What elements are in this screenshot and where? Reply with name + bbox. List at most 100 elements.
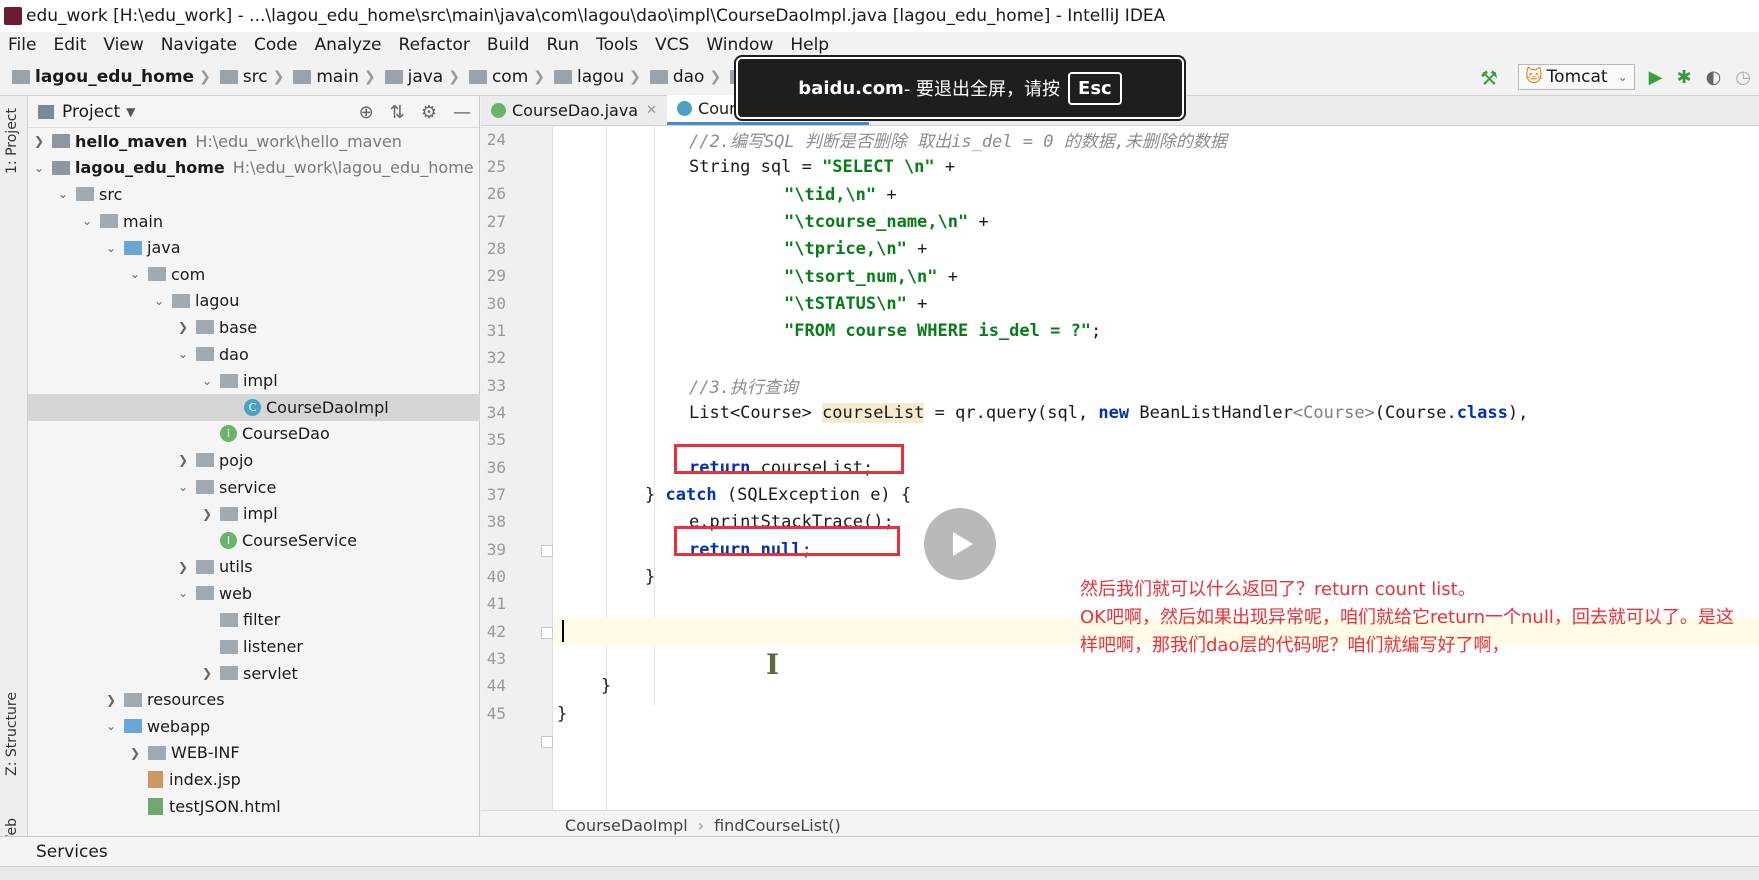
fold-marker-icon[interactable] (541, 545, 553, 557)
chevron-right-icon[interactable]: ❯ (176, 453, 190, 467)
run-icon[interactable]: ▶ (1649, 67, 1663, 88)
chevron-down-icon[interactable]: ⌄ (176, 586, 190, 600)
tree-item-pojo[interactable]: ❯ pojo (28, 447, 480, 474)
nav-crumb-com[interactable]: com ❯ (468, 67, 550, 87)
chevron-right-icon[interactable]: ❯ (32, 134, 46, 148)
video-play-button[interactable] (924, 508, 996, 580)
chevron-down-icon[interactable]: ⌄ (176, 480, 190, 494)
nav-crumb-main[interactable]: main ❯ (293, 67, 380, 87)
tree-item-coursedao[interactable]: I CourseDao (28, 421, 480, 448)
menu-vcs[interactable]: VCS (655, 35, 689, 55)
gear-icon[interactable]: ⚙ (421, 102, 437, 123)
menu-run[interactable]: Run (547, 35, 580, 55)
line-number: 34 (486, 403, 506, 422)
chevron-down-icon[interactable]: ⌄ (104, 719, 118, 733)
tree-item-hello-maven[interactable]: ❯ hello_maven H:\edu_work\hello_maven (28, 128, 480, 155)
tree-item-dao[interactable]: ⌄ dao (28, 341, 480, 368)
nav-crumb-lagou[interactable]: lagou ❯ (554, 67, 646, 87)
chevron-down-icon[interactable]: ⌄ (32, 161, 46, 175)
tree-item-coursedaoimpl[interactable]: C CourseDaoImpl (28, 393, 480, 421)
chevron-down-icon[interactable]: ⌄ (128, 267, 142, 281)
menu-tools[interactable]: Tools (596, 35, 638, 55)
menu-view[interactable]: View (103, 35, 143, 55)
interface-icon (491, 102, 506, 118)
tree-item-courseservice[interactable]: I CourseService (28, 527, 480, 554)
tree-item-web[interactable]: ⌄ web (28, 580, 480, 607)
run-configuration-select[interactable]: 🐱 Tomcat ⌄ (1517, 64, 1635, 90)
menu-file[interactable]: File (8, 35, 36, 55)
menu-build[interactable]: Build (487, 35, 530, 55)
tree-item-base[interactable]: ❯ base (28, 314, 480, 341)
chevron-down-icon[interactable]: ⌄ (56, 187, 70, 201)
chevron-right-icon[interactable]: ❯ (176, 320, 190, 334)
tree-item-src[interactable]: ⌄ src (28, 181, 480, 208)
locate-target-icon[interactable]: ⊕ (359, 102, 374, 123)
chevron-down-icon[interactable]: ⌄ (200, 374, 214, 388)
package-icon (220, 373, 238, 388)
breadcrumb-class[interactable]: CourseDaoImpl (565, 816, 688, 835)
project-panel-title[interactable]: Project (62, 102, 120, 122)
folder-icon (76, 187, 94, 202)
chevron-down-icon[interactable]: ⌄ (152, 294, 166, 308)
tree-item-main[interactable]: ⌄ main (28, 208, 480, 235)
tree-item-listener[interactable]: listener (28, 633, 480, 660)
fold-marker-icon[interactable] (541, 627, 553, 639)
tree-item-lagou[interactable]: ⌄ lagou (28, 288, 480, 315)
tree-item-com[interactable]: ⌄ com (28, 261, 480, 288)
chevron-right-icon[interactable]: ❯ (200, 666, 214, 680)
tree-item-java[interactable]: ⌄ java (28, 234, 480, 261)
tree-item-dao-impl[interactable]: ⌄ impl (28, 367, 480, 394)
tree-item-lagou-edu-home[interactable]: ⌄ lagou_edu_home H:\edu_work\lagou_edu_hom… (28, 155, 480, 182)
notice-message: - 要退出全屏，请按 (903, 79, 1061, 100)
line-number: 31 (486, 321, 506, 340)
tree-item-servlet[interactable]: ❯ servlet (28, 660, 480, 687)
menu-refactor[interactable]: Refactor (399, 35, 470, 55)
chevron-down-icon[interactable]: ▼ (126, 105, 135, 119)
nav-crumb-dao[interactable]: dao ❯ (649, 67, 726, 87)
highlight-box-return-courselist (674, 444, 904, 474)
tree-item-service[interactable]: ⌄ service (28, 474, 480, 501)
package-icon (196, 453, 214, 468)
collapse-all-icon[interactable]: ⇅ (390, 102, 405, 123)
menu-window[interactable]: Window (706, 35, 773, 55)
services-label[interactable]: Services (36, 842, 108, 862)
profile-icon[interactable]: ◷ (1735, 67, 1751, 88)
close-icon[interactable]: ✕ (646, 103, 657, 118)
tree-item-web-inf[interactable]: ❯ WEB-INF (28, 740, 480, 767)
chevron-down-icon[interactable]: ⌄ (176, 347, 190, 361)
chevron-right-icon[interactable]: ❯ (200, 507, 214, 521)
nav-crumb-java[interactable]: java ❯ (384, 67, 465, 87)
tree-item-filter[interactable]: filter (28, 607, 480, 634)
menu-help[interactable]: Help (790, 35, 829, 55)
code-area[interactable]: //2.编写SQL 判断是否删除 取出is_del = 0 的数据,未删除的数据… (554, 126, 1759, 810)
hide-panel-icon[interactable]: — (453, 102, 471, 123)
breadcrumb-method[interactable]: findCourseList() (714, 816, 841, 835)
menu-navigate[interactable]: Navigate (161, 35, 237, 55)
structure-tool-tab[interactable]: Z: Structure (4, 692, 20, 776)
chevron-down-icon[interactable]: ⌄ (104, 241, 118, 255)
chevron-right-icon[interactable]: ❯ (104, 693, 118, 707)
tree-item-webapp[interactable]: ⌄ webapp (28, 713, 480, 740)
chevron-right-icon[interactable]: ❯ (128, 746, 142, 760)
nav-crumb-src[interactable]: src ❯ (219, 67, 290, 87)
fold-marker-icon[interactable] (541, 736, 553, 748)
coverage-icon[interactable]: ◐ (1706, 67, 1722, 88)
menu-code[interactable]: Code (254, 35, 298, 55)
tree-item-resources[interactable]: ❯ resources (28, 686, 480, 713)
menu-edit[interactable]: Edit (53, 35, 86, 55)
nav-crumb-project[interactable]: lagou_edu_home ❯ (12, 67, 216, 87)
tree-item-utils[interactable]: ❯ utils (28, 554, 480, 581)
code-line-25: String sql = "SELECT \n" + (689, 156, 956, 177)
line-number: 42 (486, 622, 506, 641)
tree-item-index-jsp[interactable]: index.jsp (28, 766, 480, 793)
tab-coursedao-java[interactable]: CourseDao.java ✕ (481, 95, 667, 125)
menu-analyze[interactable]: Analyze (315, 35, 382, 55)
build-hammer-icon[interactable]: ⚒ (1480, 66, 1502, 90)
debug-bug-icon[interactable]: ✱ (1676, 67, 1691, 88)
tree-item-service-impl[interactable]: ❯ impl (28, 500, 480, 527)
folder-icon (293, 69, 312, 84)
tree-item-testjson-html[interactable]: testJSON.html (28, 793, 480, 820)
project-tool-tab[interactable]: 1: Project (4, 108, 20, 174)
chevron-right-icon[interactable]: ❯ (176, 560, 190, 574)
chevron-down-icon[interactable]: ⌄ (80, 214, 94, 228)
